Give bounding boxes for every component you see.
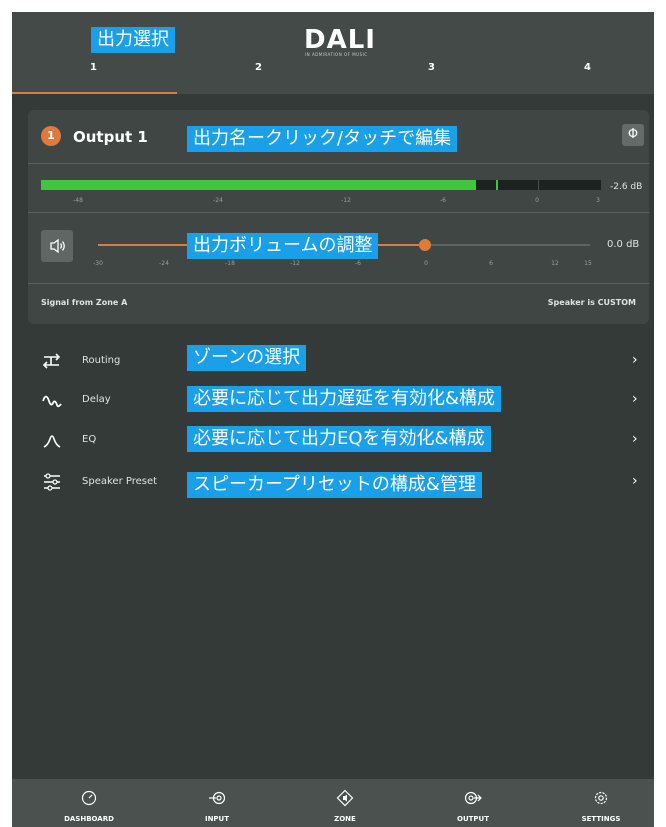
nav-input[interactable]: INPUT [153,779,281,827]
input-icon [209,791,226,805]
annotation-output-name: 出力名ークリック/タッチで編集 [187,126,458,152]
zone-icon [336,789,354,807]
brand-tagline: IN ADMIRATION OF MUSIC [305,52,368,57]
annotation-output-select: 出力選択 [91,27,175,53]
tab-output-1[interactable]: 1 [90,62,97,73]
volume-tick: 0 [424,260,428,267]
app-window: DALI IN ADMIRATION OF MUSIC 1 2 3 4 出力選択… [12,12,654,827]
meter-tick: -6 [440,197,446,204]
nav-dashboard[interactable]: DASHBOARD [25,779,153,827]
nav-settings-label: SETTINGS [581,815,621,823]
nav-dashboard-label: DASHBOARD [64,815,114,823]
chevron-right-icon: › [632,391,638,407]
meter-tick: -24 [213,197,223,204]
active-tab-indicator [12,92,177,94]
volume-tick: -12 [290,260,300,267]
volume-tick: -30 [93,260,103,267]
chevron-right-icon: › [632,473,638,489]
routing-icon [42,353,61,369]
tab-output-4[interactable]: 4 [584,62,591,73]
meter-tick: -48 [73,197,83,204]
bottom-nav: DASHBOARD INPUT ZONE OUTPUT SETTINGS [12,779,654,827]
volume-tick: 12 [551,260,559,267]
brand-logo: DALI [304,25,376,55]
meter-tick: 0 [535,197,539,204]
speaker-icon [50,238,65,254]
mute-button[interactable] [41,230,73,262]
eq-curve-icon [43,435,61,448]
meter-divider [538,180,539,190]
divider [28,163,649,164]
volume-tick: -24 [159,260,169,267]
nav-zone-label: ZONE [334,815,356,823]
volume-tick: -18 [225,260,235,267]
delay-wave-icon [42,395,62,408]
tab-output-2[interactable]: 2 [255,62,262,73]
phase-invert-button[interactable]: Φ [622,124,644,146]
sliders-icon [44,473,60,491]
menu-routing[interactable]: Routing › [12,348,654,374]
annotation-delay: 必要に応じて出力遅延を有効化&構成 [187,386,502,412]
meter-tick: 3 [596,197,600,204]
chevron-right-icon: › [632,352,638,368]
nav-output-label: OUTPUT [457,815,489,823]
menu-eq-label: EQ [82,434,97,445]
output-level-meter [41,180,601,190]
divider [28,212,649,213]
nav-output[interactable]: OUTPUT [409,779,537,827]
nav-input-label: INPUT [204,815,230,823]
output-title[interactable]: Output 1 [73,128,148,146]
gauge-icon [81,790,97,806]
annotation-output-volume: 出力ボリュームの調整 [187,233,379,259]
speaker-status: Speaker is CUSTOM [547,298,636,307]
top-bar: DALI IN ADMIRATION OF MUSIC 1 2 3 4 [12,12,654,94]
nav-settings[interactable]: SETTINGS [537,779,654,827]
volume-tick: 15 [584,260,592,267]
gear-icon [594,791,608,805]
volume-value: 0.0 dB [607,239,640,250]
output-number-badge: 1 [41,126,61,146]
tab-output-3[interactable]: 3 [428,62,435,73]
annotation-routing: ゾーンの選択 [187,345,307,371]
output-icon [464,791,482,805]
meter-tick: -12 [341,197,351,204]
volume-tick: 6 [489,260,493,267]
menu-speaker-preset-label: Speaker Preset [82,476,158,487]
divider [28,283,649,284]
meter-peak [496,180,498,190]
annotation-speaker-preset: スピーカープリセットの構成&管理 [187,472,482,498]
chevron-right-icon: › [632,431,638,447]
nav-zone[interactable]: ZONE [281,779,409,827]
menu-delay-label: Delay [82,394,111,405]
meter-value: -2.6 dB [610,182,643,192]
menu-routing-label: Routing [82,355,121,366]
annotation-eq: 必要に応じて出力EQを有効化&構成 [187,426,491,452]
volume-slider-thumb[interactable] [419,239,431,251]
meter-fill [41,180,476,190]
signal-source: Signal from Zone A [41,298,128,307]
volume-tick: -6 [355,260,361,267]
